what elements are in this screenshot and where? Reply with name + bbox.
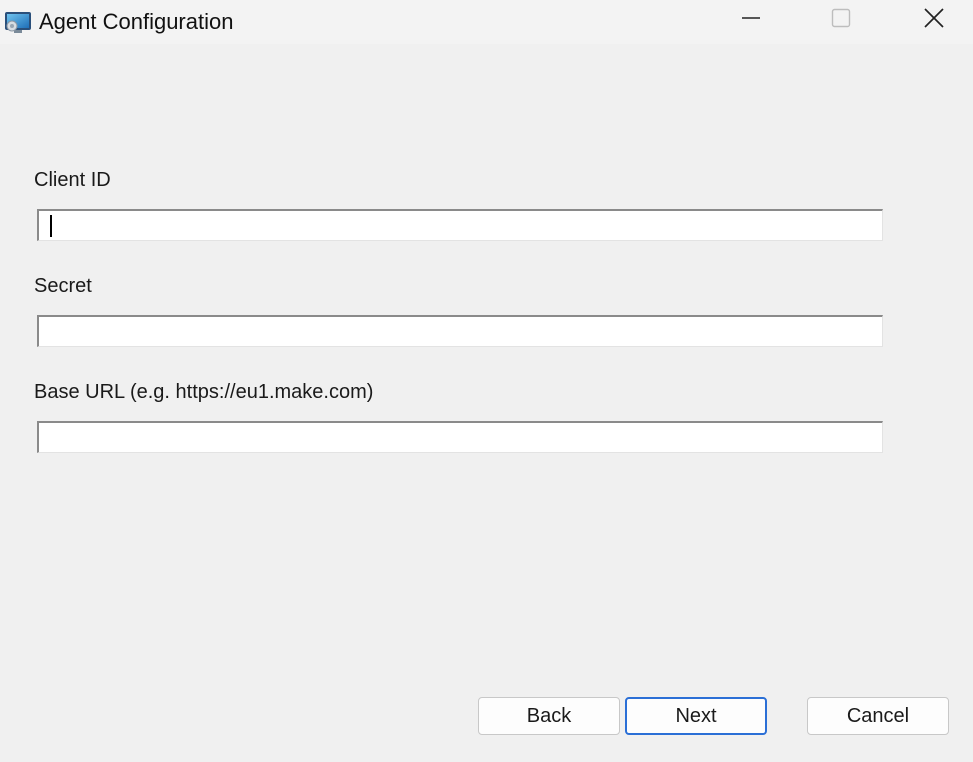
close-icon [923,7,945,34]
text-caret [50,215,52,237]
client-id-input[interactable] [37,209,883,241]
window-title: Agent Configuration [39,9,234,34]
minimize-icon [741,8,761,33]
maximize-icon [831,8,851,33]
maximize-button[interactable] [818,0,864,40]
back-button[interactable]: Back [478,697,620,735]
close-button[interactable] [911,0,957,40]
minimize-button[interactable] [728,0,774,40]
next-button[interactable]: Next [625,697,767,735]
base-url-input[interactable] [37,421,883,453]
agent-configuration-window: Agent Configuration Client ID Secret Bas… [0,0,973,762]
secret-input[interactable] [37,315,883,347]
client-id-label: Client ID [34,169,111,191]
secret-label: Secret [34,275,92,297]
monitor-app-icon [3,9,33,35]
base-url-label: Base URL (e.g. https://eu1.make.com) [34,381,374,403]
title-bar[interactable]: Agent Configuration [0,0,973,44]
cancel-button[interactable]: Cancel [807,697,949,735]
